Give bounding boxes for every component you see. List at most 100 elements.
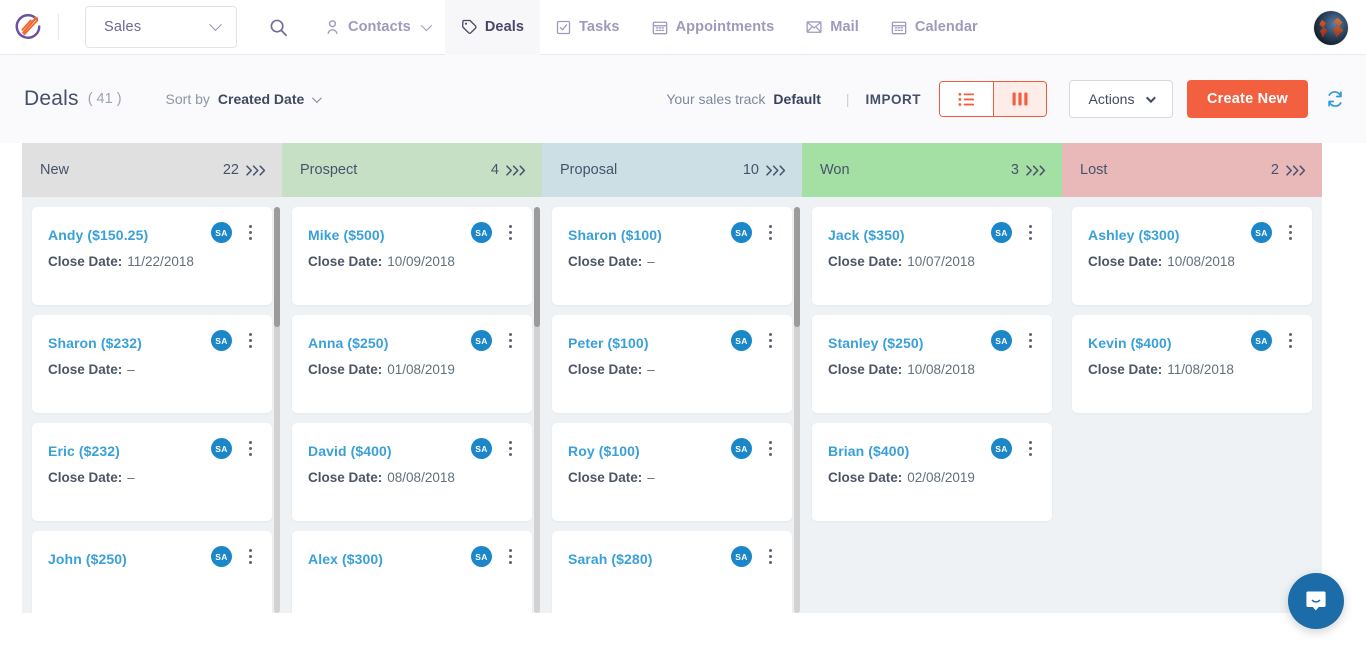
kebab-menu-icon[interactable]	[242, 328, 258, 352]
deal-owner-badge[interactable]: SA	[211, 438, 232, 459]
close-date-value: 10/08/2018	[907, 362, 975, 377]
column-count: 2	[1271, 162, 1279, 178]
kebab-menu-icon[interactable]	[762, 436, 778, 460]
avatar[interactable]	[1314, 11, 1348, 45]
kebab-menu-icon[interactable]	[502, 328, 518, 352]
deal-owner-badge[interactable]: SA	[731, 546, 752, 567]
column-scrollbar-thumb[interactable]	[274, 207, 280, 327]
deal-card[interactable]: Eric ($232)Close Date:–SA	[32, 423, 272, 521]
kebab-menu-icon[interactable]	[1282, 220, 1298, 244]
deal-card[interactable]: Kevin ($400)Close Date:11/08/2018SA	[1072, 315, 1312, 413]
deal-owner-badge[interactable]: SA	[211, 222, 232, 243]
kebab-menu-icon[interactable]	[502, 436, 518, 460]
deal-owner-badge[interactable]: SA	[211, 330, 232, 351]
deal-card[interactable]: Ashley ($300)Close Date:10/08/2018SA	[1072, 207, 1312, 305]
column-scrollbar-thumb[interactable]	[794, 207, 800, 327]
deal-owner-badge[interactable]: SA	[471, 222, 492, 243]
column-vertical-scrollbar[interactable]	[534, 207, 540, 613]
list-view-button[interactable]	[940, 82, 993, 116]
close-date-value: –	[647, 254, 655, 269]
sales-track-value[interactable]: Default	[773, 91, 820, 107]
kebab-menu-icon[interactable]	[762, 220, 778, 244]
deal-card[interactable]: Andy ($150.25)Close Date:11/22/2018SA	[32, 207, 272, 305]
deal-card[interactable]: Alex ($300)SA	[292, 531, 532, 613]
close-date-value: 11/08/2018	[1167, 362, 1234, 377]
column-cards-won: Jack ($350)Close Date:10/07/2018SAStanle…	[802, 197, 1062, 613]
board-view-button[interactable]	[993, 82, 1046, 116]
intercom-chat-button[interactable]	[1288, 573, 1344, 629]
kebab-menu-icon[interactable]	[762, 544, 778, 568]
kebab-menu-icon[interactable]	[242, 436, 258, 460]
close-date-label: Close Date:	[568, 362, 642, 377]
deal-card[interactable]: Mike ($500)Close Date:10/09/2018SA	[292, 207, 532, 305]
column-vertical-scrollbar[interactable]	[794, 207, 800, 613]
kanban-board-area: New22Andy ($150.25)Close Date:11/22/2018…	[0, 143, 1366, 647]
create-new-button[interactable]: Create New	[1187, 80, 1308, 118]
column-expand-button[interactable]	[766, 165, 788, 176]
kebab-menu-icon[interactable]	[1022, 436, 1038, 460]
actions-button[interactable]: Actions	[1069, 80, 1173, 118]
nav-item-appointments[interactable]: Appointments	[636, 0, 791, 55]
deal-card[interactable]: Peter ($100)Close Date:–SA	[552, 315, 792, 413]
deal-owner-badge[interactable]: SA	[471, 438, 492, 459]
column-vertical-scrollbar[interactable]	[274, 207, 280, 613]
kebab-menu-icon[interactable]	[502, 220, 518, 244]
nav-item-calendar[interactable]: Calendar	[875, 0, 994, 55]
deal-card[interactable]: Brian ($400)Close Date:02/08/2019SA	[812, 423, 1052, 521]
nav-item-deals[interactable]: Deals	[445, 0, 540, 55]
deal-owner-badge[interactable]: SA	[1251, 222, 1272, 243]
deal-card[interactable]: David ($400)Close Date:08/08/2018SA	[292, 423, 532, 521]
kebab-menu-icon[interactable]	[1022, 220, 1038, 244]
deal-owner-badge[interactable]: SA	[1251, 330, 1272, 351]
sort-by-control[interactable]: Sort by Created Date	[166, 91, 320, 107]
nav-item-tasks[interactable]: Tasks	[540, 0, 636, 55]
deal-owner-badge[interactable]: SA	[471, 330, 492, 351]
column-expand-button[interactable]	[1026, 165, 1048, 176]
deal-owner-badge[interactable]: SA	[991, 330, 1012, 351]
app-logo[interactable]	[0, 0, 56, 55]
deal-card[interactable]: Sharon ($232)Close Date:–SA	[32, 315, 272, 413]
triple-chevron-right-icon	[1026, 165, 1048, 176]
deal-close-date-row: Close Date:11/22/2018	[48, 254, 258, 269]
nav-item-contacts[interactable]: Contacts	[309, 0, 445, 55]
deal-card[interactable]: Roy ($100)Close Date:–SA	[552, 423, 792, 521]
nav-item-mail[interactable]: Mail	[790, 0, 875, 55]
close-date-value: –	[647, 362, 655, 377]
workspace-select[interactable]: Sales	[85, 6, 237, 48]
kebab-menu-icon[interactable]	[762, 328, 778, 352]
deal-owner-badge[interactable]: SA	[731, 222, 752, 243]
close-date-value: 10/09/2018	[387, 254, 455, 269]
kebab-menu-icon[interactable]	[242, 220, 258, 244]
close-date-label: Close Date:	[1088, 362, 1162, 377]
chevron-down-icon	[421, 20, 432, 31]
chevron-down-icon[interactable]	[312, 93, 322, 103]
deal-owner-badge[interactable]: SA	[731, 330, 752, 351]
close-date-label: Close Date:	[568, 254, 642, 269]
column-expand-button[interactable]	[506, 165, 528, 176]
deal-owner-badge[interactable]: SA	[471, 546, 492, 567]
column-scrollbar-thumb[interactable]	[534, 207, 540, 327]
kebab-menu-icon[interactable]	[1282, 328, 1298, 352]
close-date-value: 08/08/2018	[387, 470, 455, 485]
kebab-menu-icon[interactable]	[1022, 328, 1038, 352]
deal-card[interactable]: Anna ($250)Close Date:01/08/2019SA	[292, 315, 532, 413]
search-button[interactable]	[261, 10, 295, 44]
column-expand-button[interactable]	[246, 165, 268, 176]
deal-close-date-row: Close Date:02/08/2019	[828, 470, 1038, 485]
deal-card[interactable]: Sharon ($100)Close Date:–SA	[552, 207, 792, 305]
deal-card[interactable]: Jack ($350)Close Date:10/07/2018SA	[812, 207, 1052, 305]
sort-by-value[interactable]: Created Date	[218, 91, 304, 107]
kebab-menu-icon[interactable]	[502, 544, 518, 568]
deal-owner-badge[interactable]: SA	[991, 222, 1012, 243]
import-button[interactable]: IMPORT	[866, 92, 922, 107]
deal-owner-badge[interactable]: SA	[991, 438, 1012, 459]
deal-owner-badge[interactable]: SA	[211, 546, 232, 567]
deal-card[interactable]: Stanley ($250)Close Date:10/08/2018SA	[812, 315, 1052, 413]
nav-item-appointments-label: Appointments	[676, 19, 775, 35]
deal-card[interactable]: John ($250)SA	[32, 531, 272, 613]
column-expand-button[interactable]	[1286, 165, 1308, 176]
kebab-menu-icon[interactable]	[242, 544, 258, 568]
deal-owner-badge[interactable]: SA	[731, 438, 752, 459]
deal-card[interactable]: Sarah ($280)SA	[552, 531, 792, 613]
refresh-button[interactable]	[1322, 86, 1348, 112]
